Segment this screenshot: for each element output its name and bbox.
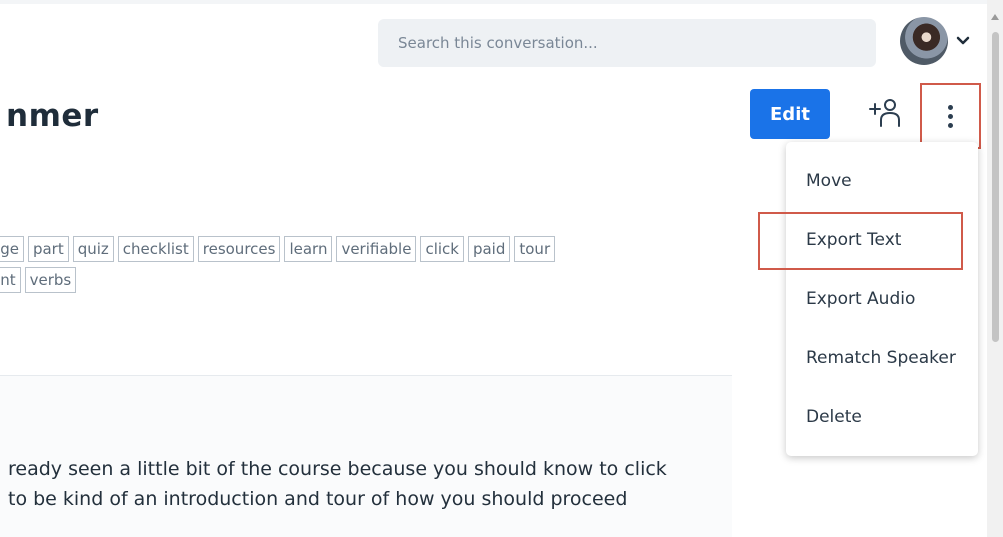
tag[interactable]: verbs xyxy=(24,267,77,293)
more-options-button[interactable] xyxy=(920,83,981,149)
add-person-icon[interactable] xyxy=(866,96,906,132)
more-vertical-icon xyxy=(948,104,953,110)
more-options-menu: Move Export Text Export Audio Rematch Sp… xyxy=(786,142,978,456)
tag[interactable]: checklist xyxy=(117,236,194,262)
tag[interactable]: verifiable xyxy=(336,236,417,262)
tag[interactable]: click xyxy=(420,236,464,262)
avatar[interactable] xyxy=(900,17,948,65)
menu-item-move[interactable]: Move xyxy=(806,171,852,191)
menu-item-export-audio[interactable]: Export Audio xyxy=(806,289,915,309)
highlight-outline xyxy=(758,212,963,270)
tag[interactable]: resources xyxy=(197,236,281,262)
tag[interactable]: part xyxy=(27,236,69,262)
search-input[interactable]: Search this conversation... xyxy=(378,19,876,67)
edit-button[interactable]: Edit xyxy=(750,89,830,139)
menu-item-delete[interactable]: Delete xyxy=(806,407,862,427)
tag[interactable]: ant xyxy=(0,267,21,293)
tag[interactable]: age xyxy=(0,236,24,262)
tag-row: age part quiz checklist resources learn … xyxy=(0,236,686,262)
transcript-text: ready seen a little bit of the course be… xyxy=(8,454,728,514)
transcript-line: to be kind of an introduction and tour o… xyxy=(8,488,628,510)
tag-row: ant verbs xyxy=(0,267,686,293)
tag[interactable]: quiz xyxy=(72,236,114,262)
tag[interactable]: tour xyxy=(514,236,556,262)
tag[interactable]: paid xyxy=(467,236,511,262)
top-band xyxy=(0,0,1003,4)
tag-list: age part quiz checklist resources learn … xyxy=(0,236,686,298)
transcript-line: ready seen a little bit of the course be… xyxy=(8,458,667,480)
menu-item-rematch-speaker[interactable]: Rematch Speaker xyxy=(806,348,956,368)
search-placeholder: Search this conversation... xyxy=(398,34,598,52)
scrollbar-thumb[interactable] xyxy=(992,32,999,342)
tag[interactable]: learn xyxy=(284,236,333,262)
page-title: nmer xyxy=(6,98,99,134)
chevron-down-icon[interactable] xyxy=(954,32,972,50)
scroll-up-arrow-icon[interactable] xyxy=(991,14,999,20)
